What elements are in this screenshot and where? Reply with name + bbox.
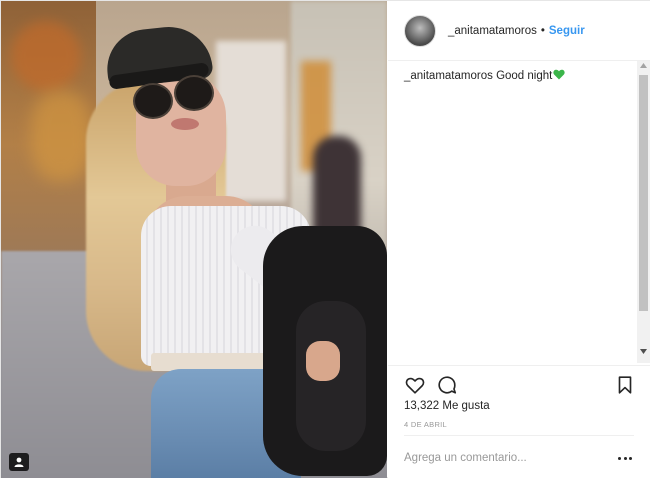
comments-list: _anitamatamoros Good night xyxy=(404,69,636,363)
photo-subject-sunglasses-left xyxy=(133,83,173,119)
follow-button[interactable]: Seguir xyxy=(549,25,585,37)
photo-bg-foliage xyxy=(11,21,81,91)
comment-input[interactable] xyxy=(404,451,604,464)
avatar[interactable] xyxy=(404,14,436,47)
photo-bg-building xyxy=(216,41,286,201)
bookmark-icon[interactable] xyxy=(614,374,636,396)
likes-count[interactable]: 13,322 Me gusta xyxy=(404,400,490,412)
photo-bg-foliage-2 xyxy=(31,91,91,181)
post-header: _anitamatamoros • Seguir xyxy=(388,1,650,61)
scroll-up-icon[interactable] xyxy=(637,63,650,73)
heart-outline-icon[interactable] xyxy=(404,374,426,396)
caption: _anitamatamoros Good night xyxy=(404,69,636,82)
instagram-post: _anitamatamoros • Seguir _anitamatamoros… xyxy=(0,0,650,478)
more-options-icon[interactable] xyxy=(618,451,632,465)
photo-subject-lips xyxy=(171,118,199,130)
photo-subject-sunglasses-right xyxy=(174,75,214,111)
caption-text: Good night xyxy=(496,70,553,82)
add-comment-bar xyxy=(404,435,634,478)
green-heart-icon xyxy=(553,69,565,80)
photo-subject-hand xyxy=(306,341,340,381)
post-photo[interactable] xyxy=(1,1,387,478)
comments-scrollbar[interactable] xyxy=(637,61,650,363)
more-dot xyxy=(629,456,632,460)
scroll-down-icon[interactable] xyxy=(637,349,650,359)
more-dot xyxy=(618,456,621,460)
post-side-panel: _anitamatamoros • Seguir _anitamatamoros… xyxy=(388,1,650,478)
user-tag-icon[interactable] xyxy=(9,453,29,471)
comment-bubble-icon[interactable] xyxy=(436,374,458,396)
post-actions xyxy=(388,365,650,401)
caption-username[interactable]: _anitamatamoros xyxy=(404,70,493,82)
author-username[interactable]: _anitamatamoros xyxy=(448,25,537,37)
scrollbar-thumb[interactable] xyxy=(639,75,648,311)
more-dot xyxy=(623,456,627,460)
header-separator: • xyxy=(540,24,545,37)
post-date[interactable]: 4 DE ABRIL xyxy=(404,420,447,429)
